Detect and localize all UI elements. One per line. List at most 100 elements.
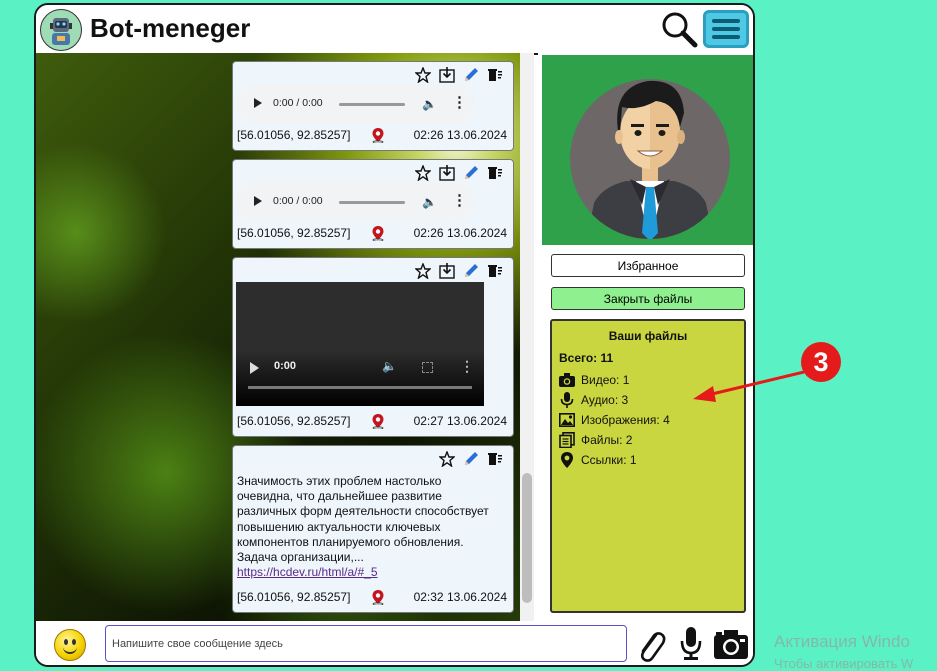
volume-icon[interactable]: 🔈	[382, 359, 397, 373]
image-icon	[559, 413, 575, 427]
trash-icon[interactable]	[487, 165, 503, 181]
message-timestamp: 02:26 13.06.2024	[413, 226, 507, 240]
location-pin-icon[interactable]	[372, 128, 384, 143]
files-row-images[interactable]: Изображения: 4	[559, 411, 670, 429]
message-audio: 0:00 / 0:00 🔈 ⋮ [56.01056, 92.85257] 02:…	[232, 159, 514, 249]
video-time: 0:00	[274, 360, 297, 372]
windows-activation-watermark: Активация Windo	[774, 632, 910, 651]
chat-scrollbar[interactable]	[520, 53, 534, 621]
edit-icon[interactable]	[463, 451, 479, 467]
trash-icon[interactable]	[487, 451, 503, 467]
video-progress[interactable]	[248, 386, 472, 389]
header: Bot-meneger	[36, 5, 753, 55]
files-row-label: Файлы: 2	[581, 433, 633, 447]
scrollbar-thumb[interactable]	[522, 473, 532, 603]
favorites-button[interactable]: Избранное	[551, 254, 745, 277]
message-video: 0:00 🔈 ⋮ [56.01056, 92.85257] 02:27 13.0…	[232, 257, 514, 437]
microphone-icon[interactable]	[679, 626, 703, 662]
message-line: компонентов планируемого обновления.	[237, 534, 464, 549]
chat-area[interactable]: 0:00 / 0:00 🔈 ⋮ [56.01056, 92.85257] 02:…	[36, 53, 534, 621]
message-actions	[415, 164, 503, 182]
volume-icon[interactable]: 🔈	[422, 195, 437, 209]
files-title: Ваши файлы	[608, 329, 688, 343]
message-line: повышению актуальности ключевых	[237, 519, 441, 534]
edit-icon[interactable]	[463, 263, 479, 279]
files-row-label: Изображения: 4	[581, 413, 670, 427]
message-composer	[36, 621, 753, 665]
message-footer: [56.01056, 92.85257] 02:32 13.06.2024	[237, 590, 507, 606]
camera-icon[interactable]	[713, 628, 749, 660]
message-coords: [56.01056, 92.85257]	[237, 590, 351, 604]
audio-player[interactable]: 0:00 / 0:00 🔈 ⋮	[236, 182, 474, 222]
microphone-icon	[560, 392, 574, 408]
edit-icon[interactable]	[463, 67, 479, 83]
message-input[interactable]	[105, 625, 627, 662]
message-timestamp: 02:26 13.06.2024	[413, 128, 507, 142]
star-icon[interactable]	[415, 165, 431, 181]
audio-progress[interactable]	[339, 201, 405, 204]
message-coords: [56.01056, 92.85257]	[237, 414, 351, 428]
message-link[interactable]: https://hcdev.ru/html/a/#_5	[237, 565, 378, 579]
message-line: Значимость этих проблем настолько	[237, 474, 442, 488]
app-window: Bot-meneger 0:00 / 0:00 🔈 ⋮ [56.01056, 9…	[34, 3, 755, 667]
location-pin-icon[interactable]	[372, 590, 384, 605]
files-total: Всего: 11	[559, 351, 614, 365]
more-icon[interactable]: ⋮	[452, 193, 467, 208]
message-footer: [56.01056, 92.85257] 02:26 13.06.2024	[237, 128, 507, 144]
message-audio: 0:00 / 0:00 🔈 ⋮ [56.01056, 92.85257] 02:…	[232, 61, 514, 151]
video-player[interactable]: 0:00 🔈 ⋮	[236, 282, 484, 406]
trash-icon[interactable]	[487, 67, 503, 83]
windows-activation-watermark-subtitle: Чтобы активировать W	[774, 656, 914, 671]
message-body: Значимость этих проблем настолько очевид…	[237, 474, 507, 580]
files-row-video[interactable]: Видео: 1	[559, 371, 629, 389]
camera-icon	[559, 373, 575, 387]
files-row-links[interactable]: Ссылки: 1	[559, 451, 637, 469]
files-row-files[interactable]: Файлы: 2	[559, 431, 632, 449]
play-icon[interactable]	[254, 196, 262, 206]
message-line: очевидна, что дальнейшее развитие	[237, 489, 442, 504]
audio-time: 0:00 / 0:00	[273, 97, 323, 109]
message-coords: [56.01056, 92.85257]	[237, 128, 351, 142]
hamburger-menu-icon[interactable]	[703, 10, 749, 48]
message-actions	[415, 262, 503, 280]
files-row-label: Аудио: 3	[581, 393, 629, 407]
message-timestamp: 02:27 13.06.2024	[413, 414, 507, 428]
play-icon[interactable]	[254, 98, 262, 108]
more-icon[interactable]: ⋮	[452, 95, 467, 110]
download-icon[interactable]	[439, 263, 455, 279]
audio-progress[interactable]	[339, 103, 405, 106]
star-icon[interactable]	[439, 451, 455, 467]
location-pin-icon[interactable]	[372, 414, 384, 429]
sidebar: Избранное Закрыть файлы Ваши файлы Всего…	[538, 53, 753, 621]
message-line: различных форм деятельности способствует	[237, 504, 489, 519]
location-pin-icon[interactable]	[372, 226, 384, 241]
app-title: Bot-meneger	[90, 13, 251, 43]
audio-player[interactable]: 0:00 / 0:00 🔈 ⋮	[236, 84, 474, 124]
smiley-icon[interactable]	[54, 629, 86, 661]
user-avatar-panel	[542, 55, 753, 245]
edit-icon[interactable]	[463, 165, 479, 181]
files-row-audio[interactable]: Аудио: 3	[559, 391, 628, 409]
download-icon[interactable]	[439, 165, 455, 181]
star-icon[interactable]	[415, 67, 431, 83]
message-line: Задача организации,...	[237, 550, 364, 565]
volume-icon[interactable]: 🔈	[422, 97, 437, 111]
more-icon[interactable]: ⋮	[460, 358, 474, 375]
star-icon[interactable]	[415, 263, 431, 279]
close-files-button[interactable]: Закрыть файлы	[551, 287, 745, 310]
user-avatar-icon	[570, 79, 730, 239]
audio-time: 0:00 / 0:00	[273, 195, 323, 207]
message-actions	[439, 450, 503, 468]
message-coords: [56.01056, 92.85257]	[237, 226, 351, 240]
download-icon[interactable]	[439, 67, 455, 83]
trash-icon[interactable]	[487, 263, 503, 279]
paperclip-icon[interactable]	[636, 627, 666, 663]
fullscreen-icon[interactable]	[422, 362, 433, 373]
message-actions	[415, 66, 503, 84]
files-summary-panel: Ваши файлы Всего: 11 Видео: 1 Аудио: 3 И…	[550, 319, 746, 613]
annotation-badge: 3	[801, 342, 841, 382]
robot-avatar-icon	[40, 9, 82, 51]
files-row-label: Видео: 1	[581, 373, 630, 387]
play-icon[interactable]	[250, 362, 259, 374]
search-icon[interactable]	[660, 10, 700, 50]
